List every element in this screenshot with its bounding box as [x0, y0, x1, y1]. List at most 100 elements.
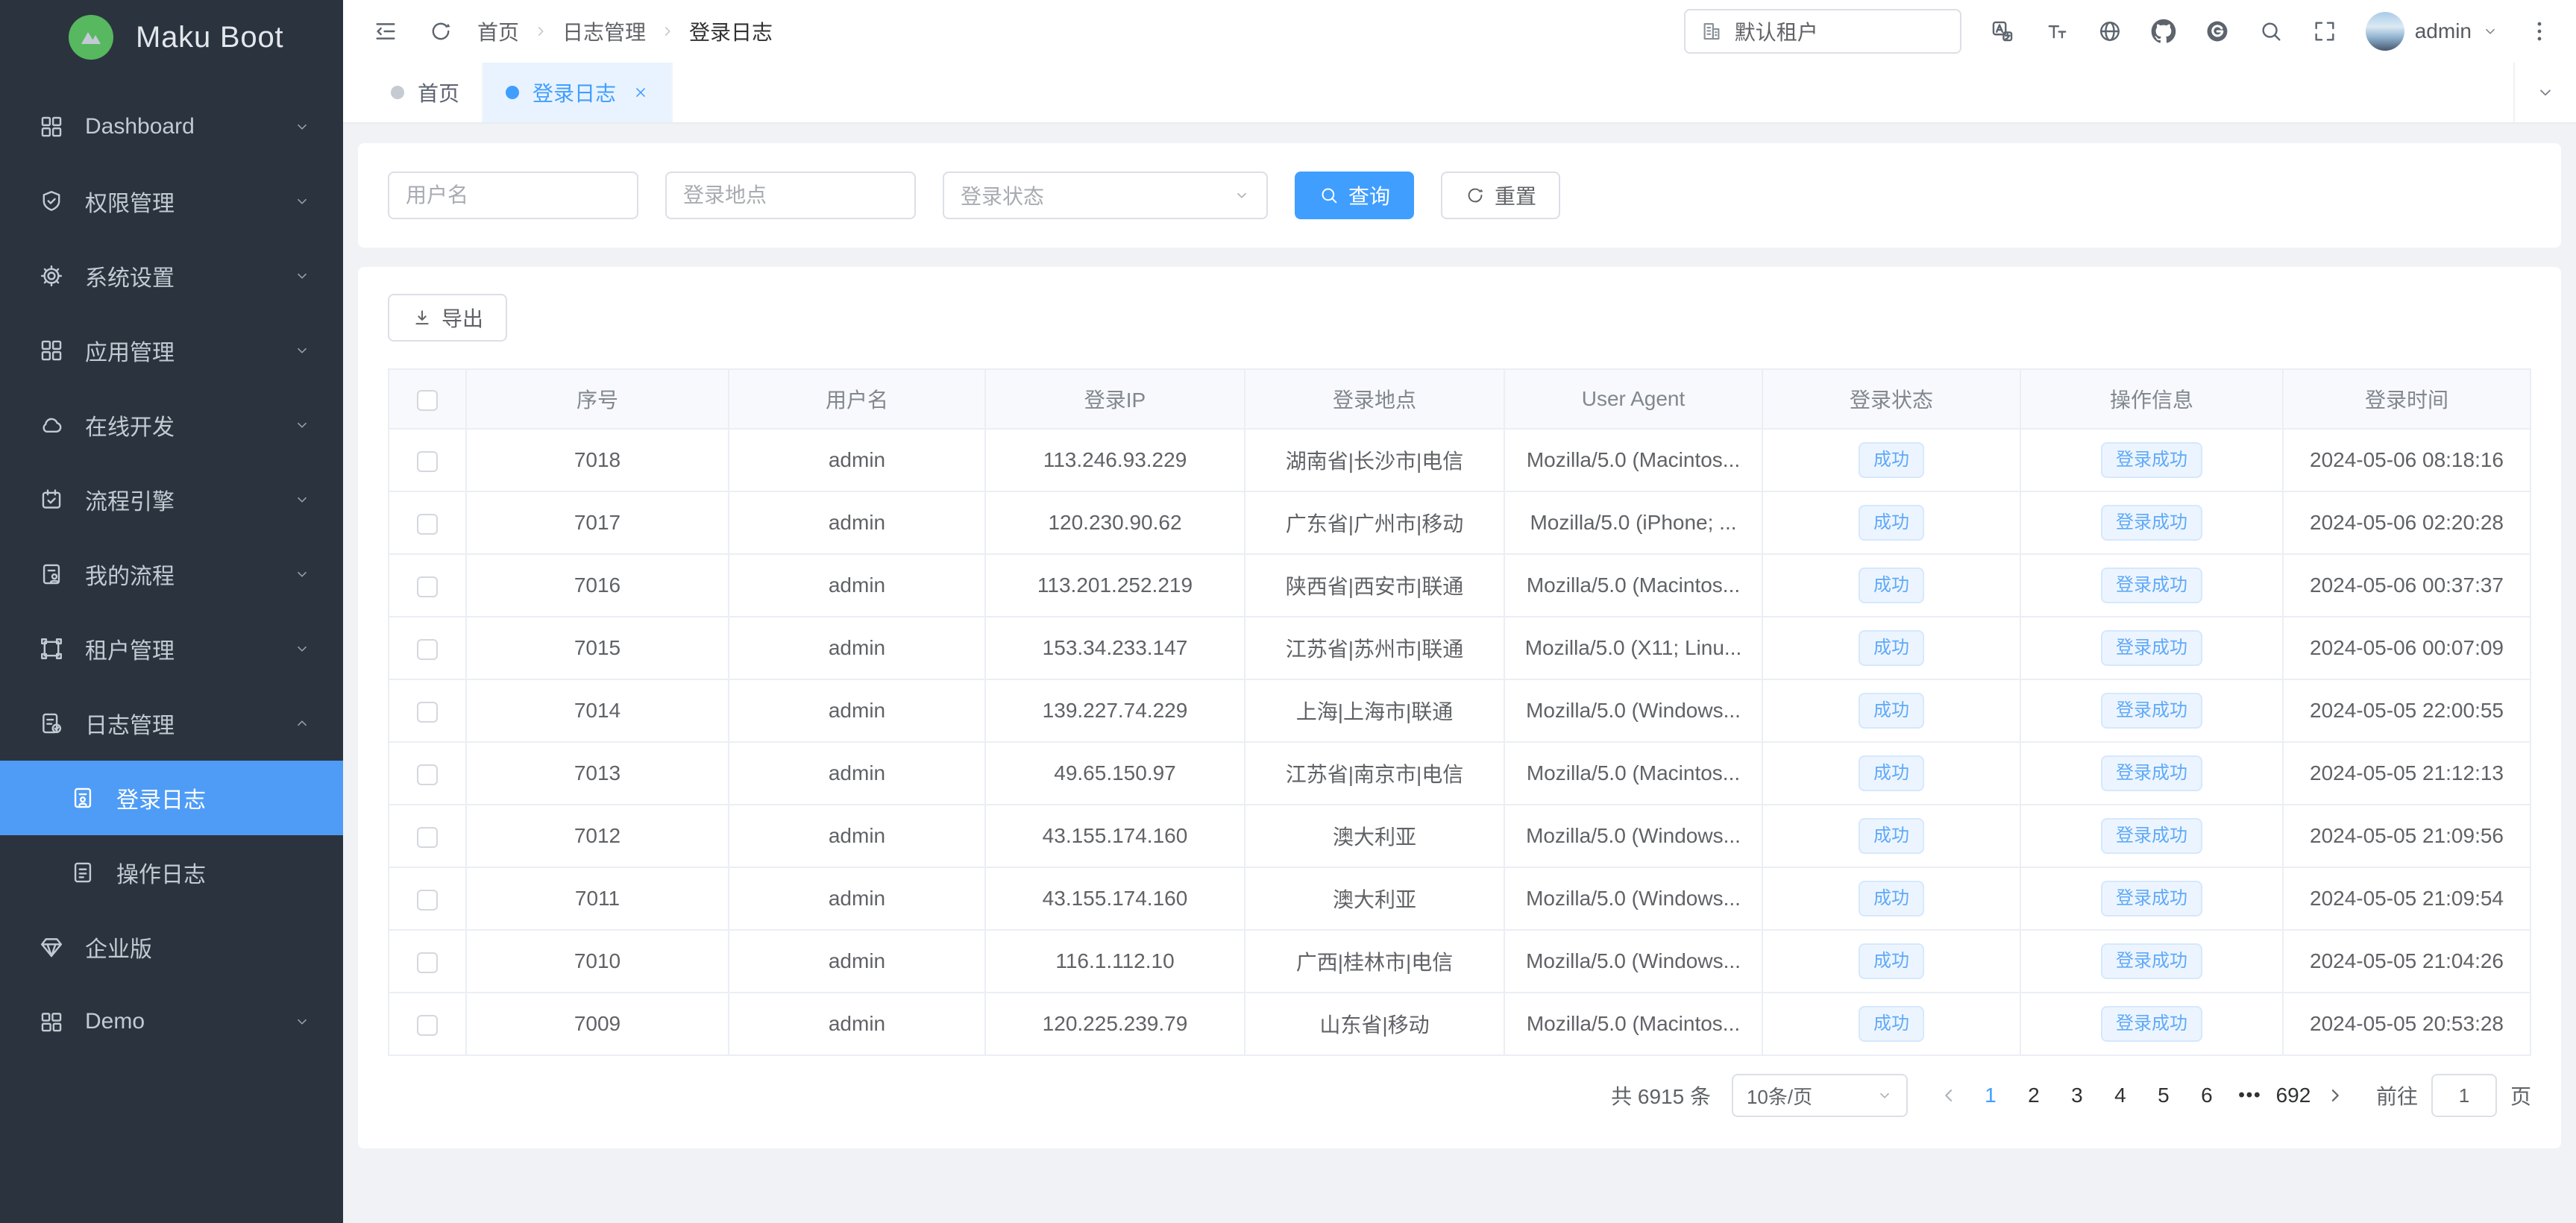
sidebar-item-dashboard[interactable]: Dashboard	[0, 89, 343, 164]
more-pages-button[interactable]: •••	[2228, 1085, 2272, 1106]
goto-page-input[interactable]	[2431, 1074, 2497, 1117]
cell-user-agent: Mozilla/5.0 (Windows...	[1504, 679, 1762, 742]
tenant-icon	[39, 636, 64, 661]
row-checkbox[interactable]	[417, 890, 438, 911]
page-number[interactable]: 2	[2012, 1084, 2055, 1107]
row-checkbox[interactable]	[417, 827, 438, 848]
sidebar-item-operation-log[interactable]: 操作日志	[0, 835, 343, 910]
breadcrumb-home[interactable]: 首页	[477, 16, 519, 46]
row-checkbox[interactable]	[417, 514, 438, 535]
cell-seq: 7015	[466, 617, 729, 679]
page-number[interactable]: 3	[2055, 1084, 2099, 1107]
sidebar-item-label: 系统设置	[85, 260, 273, 292]
cell-checkbox	[389, 617, 466, 679]
sidebar-item-apps[interactable]: 应用管理	[0, 313, 343, 388]
operation-badge: 登录成功	[2101, 568, 2202, 603]
cell-location: 山东省|移动	[1245, 993, 1504, 1055]
prev-page-button[interactable]	[1938, 1084, 1960, 1107]
github-icon[interactable]	[2151, 19, 2176, 44]
translate-icon[interactable]	[1990, 19, 2015, 44]
search-icon[interactable]	[2258, 19, 2284, 44]
kebab-menu-icon[interactable]	[2527, 19, 2552, 44]
table-header-row: 序号 用户名 登录IP 登录地点 User Agent 登录状态 操作信息 登录…	[389, 369, 2531, 429]
tab-label: 首页	[418, 78, 459, 107]
sidebar-item-demo[interactable]: Demo	[0, 984, 343, 1059]
page-number[interactable]: 4	[2099, 1084, 2142, 1107]
sidebar-item-login-log[interactable]: 登录日志	[0, 761, 343, 835]
page-number[interactable]: 6	[2185, 1084, 2228, 1107]
row-checkbox[interactable]	[417, 576, 438, 597]
chevron-down-icon	[1876, 1087, 1893, 1104]
cell-operation: 登录成功	[2020, 742, 2283, 805]
query-button[interactable]: 查询	[1295, 172, 1414, 219]
cell-user-agent: Mozilla/5.0 (iPhone; ...	[1504, 491, 1762, 554]
page-number[interactable]: 5	[2142, 1084, 2185, 1107]
cell-login-time: 2024-05-06 00:07:09	[2283, 617, 2531, 679]
row-checkbox[interactable]	[417, 764, 438, 785]
cell-location: 广东省|广州市|移动	[1245, 491, 1504, 554]
tab-login-log[interactable]: 登录日志	[483, 63, 673, 122]
refresh-icon[interactable]	[428, 19, 453, 44]
sidebar-item-online-dev[interactable]: 在线开发	[0, 388, 343, 462]
page-number[interactable]: 1	[1969, 1084, 2012, 1107]
user-menu[interactable]: admin	[2366, 12, 2498, 51]
table-body: 7018admin113.246.93.229湖南省|长沙市|电信Mozilla…	[389, 429, 2531, 1055]
cell-status: 成功	[1762, 679, 2020, 742]
cell-user-agent: Mozilla/5.0 (Windows...	[1504, 867, 1762, 930]
cell-login-time: 2024-05-05 21:09:54	[2283, 867, 2531, 930]
row-checkbox[interactable]	[417, 1015, 438, 1036]
table-row: 7012admin43.155.174.160澳大利亚Mozilla/5.0 (…	[389, 805, 2531, 867]
chevron-down-icon	[294, 193, 310, 210]
operation-badge: 登录成功	[2101, 1006, 2202, 1042]
row-checkbox[interactable]	[417, 639, 438, 660]
tab-home[interactable]: 首页	[368, 63, 483, 122]
row-checkbox[interactable]	[417, 451, 438, 472]
page-size-value: 10条/页	[1747, 1082, 1812, 1110]
operation-badge: 登录成功	[2101, 442, 2202, 478]
goto-page: 前往 页	[2376, 1074, 2531, 1117]
page-size-select[interactable]: 10条/页	[1732, 1074, 1908, 1117]
tabs-dropdown-button[interactable]	[2513, 63, 2576, 122]
pager: 123456 ••• 692	[1929, 1084, 2355, 1107]
sidebar-item-enterprise[interactable]: 企业版	[0, 910, 343, 984]
row-checkbox[interactable]	[417, 952, 438, 973]
status-filter-select[interactable]: 登录状态	[943, 172, 1268, 219]
sidebar-item-label: 在线开发	[85, 409, 273, 441]
collapse-sidebar-icon[interactable]	[373, 19, 398, 44]
sidebar-item-flow-engine[interactable]: 流程引擎	[0, 462, 343, 537]
close-icon[interactable]	[632, 84, 649, 101]
fullscreen-icon[interactable]	[2312, 19, 2337, 44]
tenant-select[interactable]: 默认租户	[1684, 9, 1961, 54]
gitee-icon[interactable]	[2205, 19, 2230, 44]
operation-badge: 登录成功	[2101, 818, 2202, 854]
search-panel: 登录状态 查询 重置	[358, 143, 2561, 248]
select-all-checkbox[interactable]	[417, 390, 438, 411]
cell-login-time: 2024-05-05 20:53:28	[2283, 993, 2531, 1055]
status-badge: 成功	[1859, 1006, 1924, 1042]
table-row: 7009admin120.225.239.79山东省|移动Mozilla/5.0…	[389, 993, 2531, 1055]
globe-icon[interactable]	[2097, 19, 2123, 44]
chevron-down-icon	[1234, 187, 1250, 204]
sidebar-item-my-flow[interactable]: 我的流程	[0, 537, 343, 612]
app-logo[interactable]: Maku Boot	[0, 0, 343, 75]
font-size-icon[interactable]	[2043, 19, 2069, 44]
sidebar-item-auth[interactable]: 权限管理	[0, 164, 343, 239]
username-filter-input[interactable]	[388, 172, 638, 219]
sidebar-item-system[interactable]: 系统设置	[0, 239, 343, 313]
cell-operation: 登录成功	[2020, 679, 2283, 742]
next-page-button[interactable]	[2324, 1084, 2346, 1107]
log-icon	[39, 711, 64, 736]
chevron-down-icon	[294, 119, 310, 135]
reset-button[interactable]: 重置	[1441, 172, 1560, 219]
location-filter-input[interactable]	[665, 172, 916, 219]
row-checkbox[interactable]	[417, 702, 438, 723]
sidebar-item-log[interactable]: 日志管理	[0, 686, 343, 761]
operation-badge: 登录成功	[2101, 943, 2202, 979]
export-button-label: 导出	[442, 303, 483, 333]
breadcrumb-section[interactable]: 日志管理	[562, 16, 646, 46]
col-login-ip: 登录IP	[985, 369, 1245, 429]
cell-status: 成功	[1762, 617, 2020, 679]
export-button[interactable]: 导出	[388, 294, 507, 342]
last-page-number[interactable]: 692	[2272, 1084, 2315, 1107]
sidebar-item-tenant[interactable]: 租户管理	[0, 612, 343, 686]
